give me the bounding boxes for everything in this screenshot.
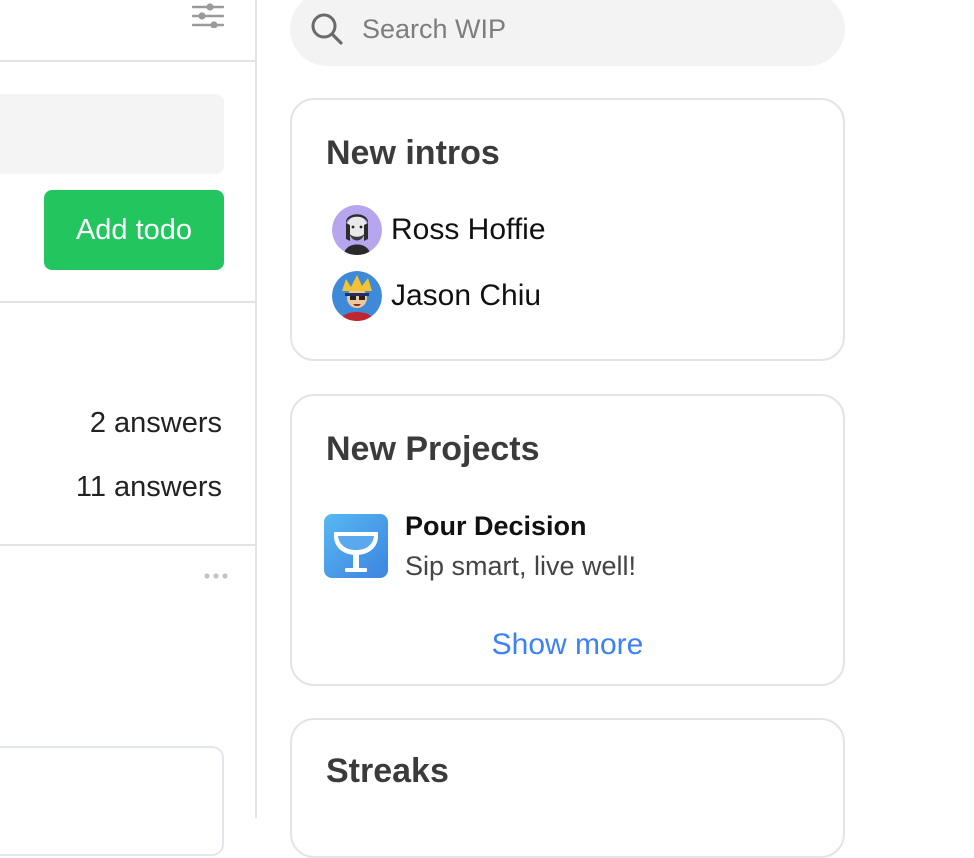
- divider: [0, 60, 257, 62]
- divider: [0, 301, 257, 303]
- streaks-card: Streaks: [290, 718, 845, 858]
- more-options-icon[interactable]: [202, 566, 230, 586]
- intro-item[interactable]: Jason Chiu: [332, 270, 541, 322]
- intro-name: Ross Hoffie: [391, 213, 546, 246]
- add-todo-button[interactable]: Add todo: [44, 190, 224, 270]
- card-title: New intros: [326, 134, 500, 172]
- avatar[interactable]: [332, 205, 382, 255]
- wine-glass-icon[interactable]: [324, 514, 388, 578]
- project-tagline: Sip smart, live well!: [405, 551, 637, 581]
- answer-count[interactable]: 11 answers: [76, 471, 222, 504]
- new-projects-card: New Projects Pour Decision Sip smart, li…: [290, 394, 845, 686]
- intro-item[interactable]: Ross Hoffie: [332, 204, 546, 256]
- divider: [0, 544, 257, 546]
- card-title: Streaks: [326, 752, 449, 790]
- project-item[interactable]: Pour Decision Sip smart, live well!: [324, 511, 637, 581]
- avatar[interactable]: [332, 271, 382, 321]
- intro-name: Jason Chiu: [391, 279, 542, 312]
- filter-sliders-icon[interactable]: [191, 2, 225, 29]
- feed-card: [0, 746, 224, 856]
- search-input[interactable]: [362, 12, 822, 46]
- todo-input[interactable]: [0, 94, 224, 174]
- show-more-link[interactable]: Show more: [292, 628, 843, 662]
- search-icon: [309, 11, 345, 47]
- main-feed-column: Add todo 2 answers 11 answers: [0, 0, 257, 856]
- answer-count[interactable]: 2 answers: [90, 407, 222, 440]
- card-title: New Projects: [326, 430, 540, 468]
- new-intros-card: New intros Ross Hoffie Jason Chiu: [290, 98, 845, 361]
- project-name[interactable]: Pour Decision: [405, 511, 636, 541]
